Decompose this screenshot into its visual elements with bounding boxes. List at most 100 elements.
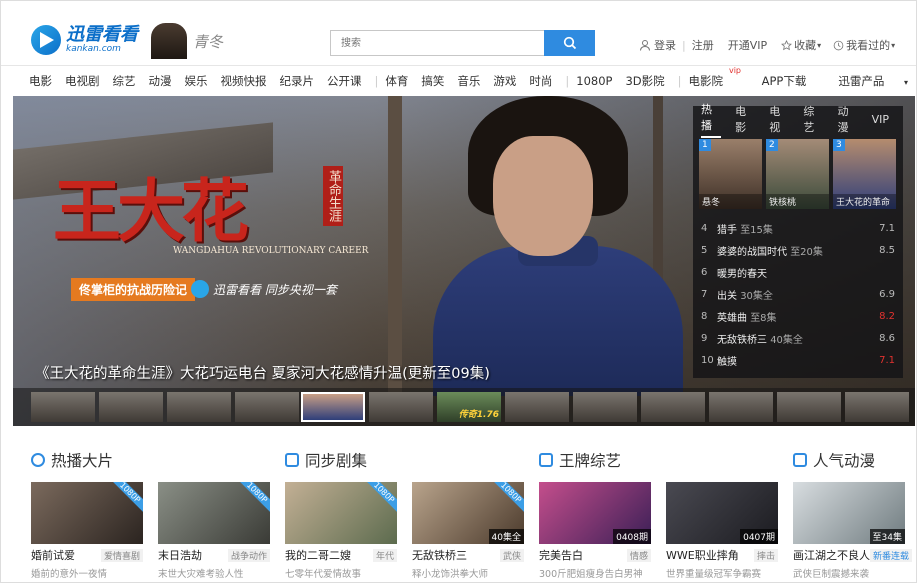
- rank-number: 7: [701, 288, 708, 300]
- hot-card[interactable]: 2 铁核桃: [766, 139, 829, 209]
- item-score: 8.2: [879, 310, 895, 322]
- nav-item-funny[interactable]: 搞笑: [421, 73, 444, 89]
- login-link[interactable]: 登录: [654, 37, 676, 53]
- thumb-badge: 传奇1.76: [458, 410, 499, 420]
- hero-caption[interactable]: 《王大花的革命生涯》大花巧运电台 夏家河大花感情升温(更新至09集): [35, 362, 490, 383]
- hot-card-title: 铁核桃: [766, 194, 829, 209]
- chevron-down-icon: ▾: [891, 40, 896, 50]
- tv-icon: [285, 453, 299, 467]
- hero-thumb[interactable]: 传奇1.76: [437, 392, 501, 422]
- nav-separator: |: [374, 73, 379, 88]
- tab-anime[interactable]: 动漫: [838, 103, 858, 135]
- list-item[interactable]: 7 出关 30集全 6.9: [701, 283, 895, 305]
- nav-item-cinema[interactable]: 电影院 vip: [688, 66, 742, 89]
- video-card[interactable]: 0407期 WWE职业摔角 摔击 世界重量级冠军争霸赛: [666, 482, 778, 580]
- section-variety[interactable]: 王牌综艺: [539, 449, 621, 471]
- logo-en: kankan.com: [66, 44, 121, 54]
- hero-thumb[interactable]: [777, 392, 841, 422]
- nav-item-sports[interactable]: 体育: [385, 73, 408, 89]
- item-title: 出关: [717, 290, 737, 302]
- variety-icon: [539, 453, 553, 467]
- hero-thumb[interactable]: [641, 392, 705, 422]
- list-item[interactable]: 5 婆婆的战国时代 至20集 8.5: [701, 239, 895, 261]
- hero-banner[interactable]: 王大花 革命生涯 WANGDAHUA REVOLUTIONARY CAREER …: [13, 96, 915, 426]
- search-input[interactable]: [330, 30, 544, 56]
- card-title-row: 画江湖之不良人 新番连载: [793, 547, 913, 563]
- hero-thumb-active[interactable]: [301, 392, 365, 422]
- header: 迅雷看看 kankan.com 青冬 登录 | 注册 开通VIP 收藏 ▾ 我看…: [1, 1, 916, 65]
- item-score: 7.1: [879, 222, 895, 234]
- nav-item-music[interactable]: 音乐: [457, 73, 480, 89]
- video-card[interactable]: 0408期 完美告白 情感 300斤肥姐瘦身告白男神: [539, 482, 651, 580]
- item-score: 7.1: [879, 354, 895, 366]
- nav-item-tv[interactable]: 电视剧: [65, 73, 100, 89]
- nav-item-variety[interactable]: 综艺: [113, 73, 136, 89]
- nav-item-open-course[interactable]: 公开课: [327, 73, 362, 89]
- card-desc: 婚前的意外一夜情: [31, 569, 108, 580]
- tab-tv[interactable]: 电视: [769, 103, 789, 135]
- nav-item-movie[interactable]: 电影: [29, 73, 52, 89]
- logo[interactable]: 迅雷看看 kankan.com: [31, 25, 138, 55]
- list-item[interactable]: 9 无敌铁桥三 40集全 8.6: [701, 327, 895, 349]
- hero-thumb[interactable]: [167, 392, 231, 422]
- hero-brand-tag: 迅雷看看 同步央视一套: [191, 280, 337, 298]
- item-title-wrap: 无敌铁桥三 40集全: [717, 331, 873, 346]
- hot-card[interactable]: 3 王大花的革命: [833, 139, 896, 209]
- history-dropdown[interactable]: 我看过的: [846, 37, 890, 53]
- hero-thumb[interactable]: [99, 392, 163, 422]
- hero-thumb[interactable]: [369, 392, 433, 422]
- rank-number: 9: [701, 332, 708, 344]
- card-title: 无敌铁桥三: [412, 549, 467, 562]
- nav-item-anime[interactable]: 动漫: [149, 73, 172, 89]
- logo-play-icon: [31, 25, 61, 55]
- video-card[interactable]: 1080P 40集全 无敌铁桥三 武侠 释小龙饰洪拳大师: [412, 482, 524, 580]
- video-card[interactable]: 1080P 末日浩劫 战争动作 末世大灾难考验人性: [158, 482, 270, 580]
- video-card[interactable]: 1080P 婚前试爱 爱情喜剧 婚前的意外一夜情: [31, 482, 143, 580]
- episode-badge: 0408期: [613, 529, 651, 544]
- item-score: 8.6: [879, 332, 895, 344]
- vip-superscript: vip: [728, 65, 741, 75]
- nav-item-games[interactable]: 游戏: [493, 73, 516, 89]
- hero-thumb[interactable]: [31, 392, 95, 422]
- hero-thumb[interactable]: [709, 392, 773, 422]
- nav-item-documentary[interactable]: 纪录片: [280, 73, 315, 89]
- list-item[interactable]: 6 暖男的春天: [701, 261, 895, 283]
- section-anime[interactable]: 人气动漫: [793, 449, 875, 471]
- tab-vip[interactable]: VIP: [872, 113, 889, 126]
- list-item[interactable]: 4 猎手 至15集 7.1: [701, 217, 895, 239]
- hot-card[interactable]: 1 悬冬: [699, 139, 762, 209]
- hot-list: 4 猎手 至15集 7.1 5 婆婆的战国时代 至20集 8.5 6 暖男的春天 7 出关 …: [693, 209, 903, 371]
- nav-item-3d[interactable]: 3D影院: [625, 73, 664, 89]
- favorites-dropdown[interactable]: 收藏: [794, 37, 816, 53]
- tab-hot[interactable]: 热播: [701, 101, 722, 138]
- vip-link[interactable]: 开通VIP: [728, 37, 767, 53]
- nav-item-1080p[interactable]: 1080P: [576, 74, 612, 88]
- video-card[interactable]: 1080P 我的二哥二嫂 年代 七零年代爱情故事: [285, 482, 397, 580]
- register-link[interactable]: 注册: [692, 37, 714, 53]
- nav-item-news[interactable]: 视频快报: [221, 73, 267, 89]
- nav-item-cinema-label: 电影院: [688, 73, 724, 88]
- list-item[interactable]: 8 英雄曲 至8集 8.2: [701, 305, 895, 327]
- search-button[interactable]: [544, 30, 595, 56]
- section-title: 人气动漫: [813, 452, 876, 470]
- tab-movie[interactable]: 电影: [735, 103, 755, 135]
- hero-thumb[interactable]: [845, 392, 909, 422]
- app-download-link[interactable]: APP下载: [762, 73, 807, 89]
- hero-thumb[interactable]: [573, 392, 637, 422]
- list-item[interactable]: 10 触摸 7.1: [701, 349, 895, 371]
- promo-portrait: [151, 23, 187, 59]
- hot-list-panel: 热播 电影 电视 综艺 动漫 VIP 1 悬冬 2 铁核桃 3 王大花的革命 4 猎手 …: [693, 103, 903, 378]
- header-promo[interactable]: 青冬: [151, 21, 251, 61]
- nav-item-fashion[interactable]: 时尚: [529, 73, 552, 89]
- nav-separator: |: [677, 73, 682, 88]
- video-card[interactable]: 至34集 画江湖之不良人 新番连载 武侠巨制震撼来袭: [793, 482, 913, 580]
- section-sync-series[interactable]: 同步剧集: [285, 449, 367, 471]
- card-tag: 年代: [372, 548, 397, 562]
- tab-variety[interactable]: 综艺: [803, 103, 823, 135]
- hero-thumb[interactable]: [505, 392, 569, 422]
- nav-item-entertainment[interactable]: 娱乐: [185, 73, 208, 89]
- products-dropdown[interactable]: 迅雷产品 ▾: [822, 73, 908, 89]
- hero-thumb[interactable]: [235, 392, 299, 422]
- anime-icon: [793, 453, 807, 467]
- section-hot-movies[interactable]: 热播大片: [31, 449, 113, 471]
